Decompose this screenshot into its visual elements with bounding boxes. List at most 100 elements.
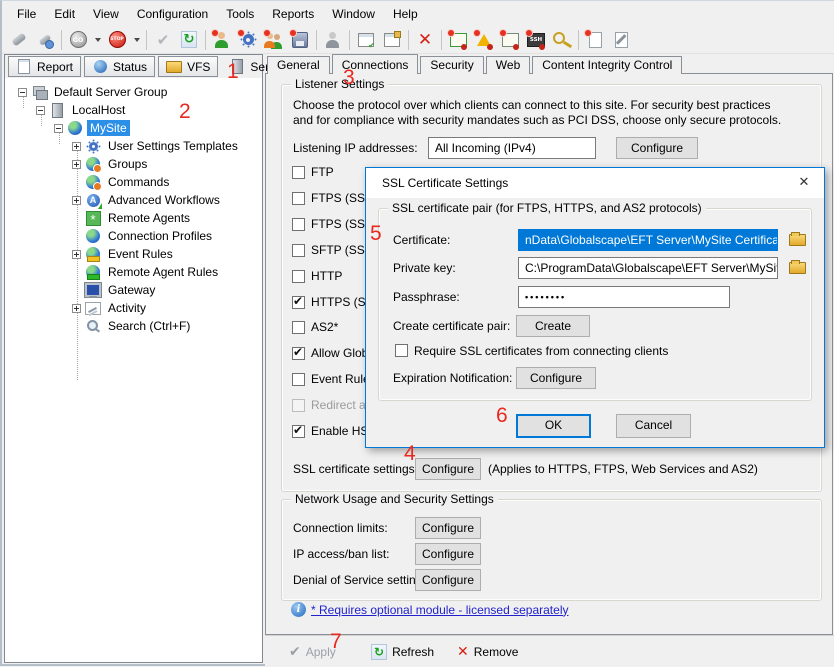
tree-item-event-rules[interactable]: Event Rules xyxy=(72,245,176,263)
tree-item-remote-agent-rules[interactable]: Remote Agent Rules xyxy=(72,263,221,281)
certificate-field[interactable]: nData\Globalscape\EFT Server\MySite Cert… xyxy=(518,229,778,251)
ssh-certificate-icon[interactable]: SSH xyxy=(524,28,548,52)
close-icon[interactable]: ✕ xyxy=(790,171,818,193)
checkbox-ftps-ssl[interactable] xyxy=(292,218,305,231)
tree-item-remote-agents[interactable]: Remote Agents xyxy=(72,209,193,227)
expand-toggle[interactable] xyxy=(72,196,81,205)
checkbox-https-ss[interactable] xyxy=(292,296,305,309)
menu-view[interactable]: View xyxy=(84,3,128,25)
new-settings-icon[interactable] xyxy=(236,28,260,52)
certificate-icon[interactable] xyxy=(498,28,522,52)
new-report-icon[interactable] xyxy=(583,28,607,52)
stop-dropdown-icon[interactable] xyxy=(131,28,142,52)
tree-label: Connection Profiles xyxy=(105,228,215,244)
checkbox-redirect-a[interactable] xyxy=(292,399,305,412)
expand-toggle[interactable] xyxy=(72,304,81,313)
new-group-icon[interactable] xyxy=(262,28,286,52)
menu-configuration[interactable]: Configuration xyxy=(128,3,217,25)
menu-window[interactable]: Window xyxy=(323,3,384,25)
checkbox-event-rule[interactable] xyxy=(292,373,305,386)
tree-item-gateway[interactable]: Gateway xyxy=(72,281,158,299)
tab-web[interactable]: Web xyxy=(486,56,530,74)
tab-report[interactable]: Report xyxy=(8,56,81,77)
connect-icon[interactable] xyxy=(7,28,31,52)
site-tab-bar: GeneralConnectionsSecurityWebContent Int… xyxy=(267,54,684,74)
admin-user-icon[interactable] xyxy=(321,28,345,52)
checkbox-as2[interactable] xyxy=(292,321,305,334)
new-backup-icon[interactable] xyxy=(288,28,312,52)
checkbox-ftp[interactable] xyxy=(292,166,305,179)
passphrase-field[interactable]: •••••••• xyxy=(518,286,730,308)
go-button[interactable]: GO xyxy=(66,28,90,52)
go-dropdown-icon[interactable] xyxy=(92,28,103,52)
tree-item-connection-profiles[interactable]: Connection Profiles xyxy=(72,227,215,245)
checkbox-allow-glob[interactable] xyxy=(292,347,305,360)
expand-toggle[interactable] xyxy=(72,250,81,259)
ok-button[interactable]: OK xyxy=(516,414,591,438)
license-footnote-link[interactable]: * Requires optional module - licensed se… xyxy=(311,603,568,617)
require-ssl-certificates-checkbox[interactable] xyxy=(395,344,408,357)
expand-toggle[interactable] xyxy=(36,106,45,115)
expiration-configure-button[interactable]: Configure xyxy=(516,367,596,389)
apply-button[interactable]: Apply xyxy=(289,644,336,660)
certificate-browse-folder-icon[interactable] xyxy=(789,234,806,246)
listening-ip-configure-button[interactable]: Configure xyxy=(616,137,698,159)
checkbox-ftps-ssl[interactable] xyxy=(292,192,305,205)
ssl-certificate-configure-button[interactable]: Configure xyxy=(415,458,481,480)
remove-button[interactable]: Remove xyxy=(457,644,518,660)
expand-toggle[interactable] xyxy=(72,142,81,151)
new-folder-icon[interactable] xyxy=(380,28,404,52)
expand-toggle[interactable] xyxy=(18,88,27,97)
tree-item-activity[interactable]: Activity xyxy=(72,299,149,317)
tab-content-integrity-control[interactable]: Content Integrity Control xyxy=(532,56,682,74)
apply-check-icon[interactable] xyxy=(151,28,175,52)
tree-item-groups[interactable]: Groups xyxy=(72,155,150,173)
menu-edit[interactable]: Edit xyxy=(45,3,84,25)
schedule-report-icon[interactable] xyxy=(354,28,378,52)
checkbox-sftp-ssh[interactable] xyxy=(292,244,305,257)
menu-help[interactable]: Help xyxy=(384,3,427,25)
tab-security[interactable]: Security xyxy=(420,56,483,74)
tree-item-search-ctrl-f[interactable]: Search (Ctrl+F) xyxy=(72,317,193,335)
tree-item-mysite[interactable]: MySite xyxy=(54,119,130,137)
menu-file[interactable]: File xyxy=(8,3,45,25)
keys-icon[interactable] xyxy=(550,28,574,52)
certificate-warning-icon[interactable] xyxy=(472,28,496,52)
ssl-certificate-pair-title: SSL certificate pair (for FTPS, HTTPS, a… xyxy=(388,201,706,215)
tab-general[interactable]: General xyxy=(267,56,330,74)
network-row-label: IP access/ban list: xyxy=(293,543,390,565)
tab-status[interactable]: Status xyxy=(84,56,155,77)
tree-item-default-server-group[interactable]: Default Server Group xyxy=(18,83,170,101)
denial-of-service-settings-configure-button[interactable]: Configure xyxy=(415,569,481,591)
expand-toggle[interactable] xyxy=(54,124,63,133)
checkbox-http[interactable] xyxy=(292,270,305,283)
ip-access-ban-list-configure-button[interactable]: Configure xyxy=(415,543,481,565)
new-certificate-icon[interactable] xyxy=(446,28,470,52)
socket-settings-icon[interactable] xyxy=(33,28,57,52)
refresh-page-icon[interactable] xyxy=(177,28,201,52)
tree-item-user-settings-templates[interactable]: User Settings Templates xyxy=(72,137,241,155)
menu-reports[interactable]: Reports xyxy=(263,3,323,25)
checkbox-enable-hs[interactable] xyxy=(292,425,305,438)
delete-icon[interactable] xyxy=(413,28,437,52)
listening-ip-value[interactable]: All Incoming (IPv4) xyxy=(428,137,596,159)
expand-toggle[interactable] xyxy=(72,160,81,169)
menu-tools[interactable]: Tools xyxy=(217,3,263,25)
dialog-titlebar[interactable]: SSL Certificate Settings ✕ xyxy=(366,168,824,198)
globe-agent-icon xyxy=(85,264,101,280)
create-button[interactable]: Create xyxy=(516,315,590,337)
refresh-button[interactable]: Refresh xyxy=(371,645,434,659)
private-key-field[interactable]: C:\ProgramData\Globalscape\EFT Server\My… xyxy=(518,257,778,279)
new-user-icon[interactable] xyxy=(210,28,234,52)
menubar: FileEditViewConfigurationToolsReportsWin… xyxy=(2,1,834,26)
tree-item-localhost[interactable]: LocalHost xyxy=(36,101,128,119)
tab-vfs[interactable]: VFS xyxy=(158,56,218,77)
tree-item-commands[interactable]: Commands xyxy=(72,173,172,191)
cancel-button[interactable]: Cancel xyxy=(616,414,691,438)
private-key-browse-folder-icon[interactable] xyxy=(789,262,806,274)
connection-limits-configure-button[interactable]: Configure xyxy=(415,517,481,539)
stop-button[interactable]: STOP xyxy=(105,28,129,52)
network-row-label: Connection limits: xyxy=(293,517,388,539)
sign-document-icon[interactable] xyxy=(609,28,633,52)
tree-item-advanced-workflows[interactable]: Advanced Workflows xyxy=(72,191,223,209)
